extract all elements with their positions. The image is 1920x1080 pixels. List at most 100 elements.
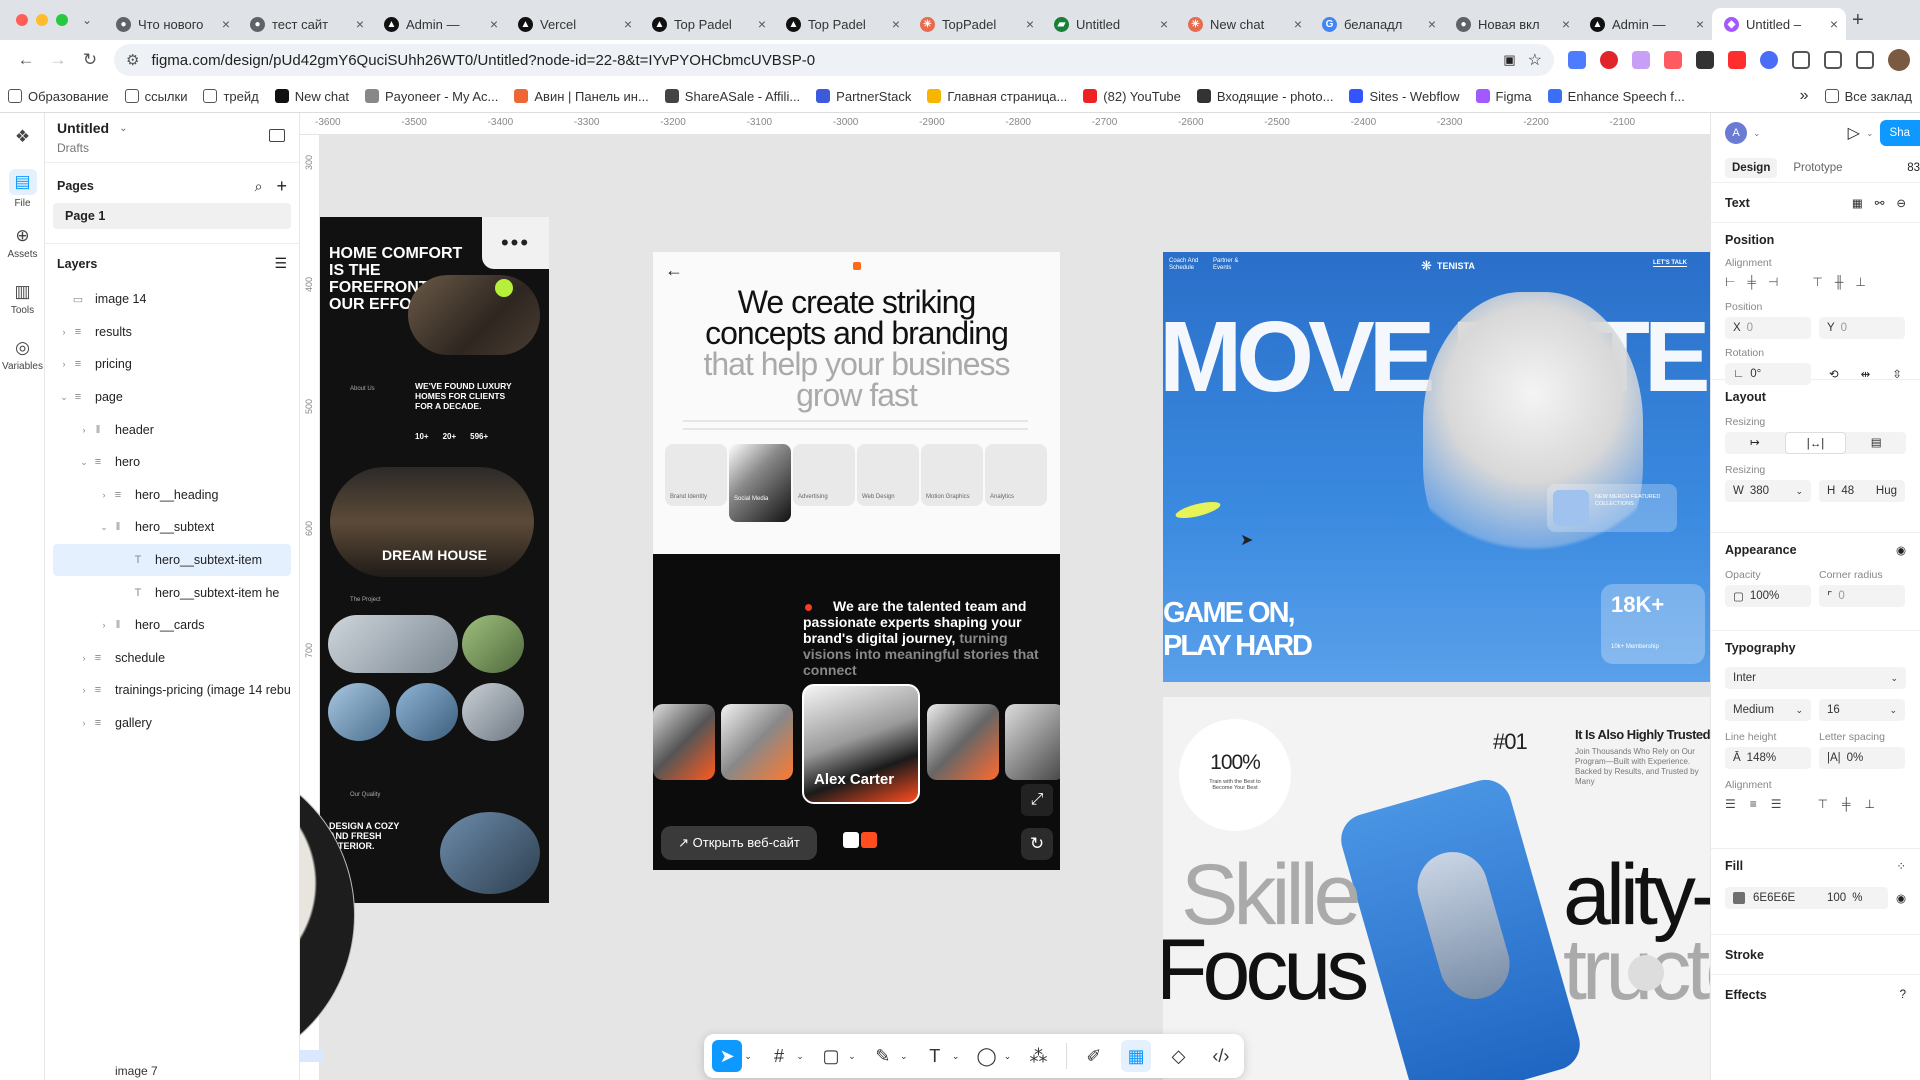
bookmark-item[interactable]: Авин | Панель ин... — [514, 89, 649, 104]
tab-close-icon[interactable]: × — [1160, 16, 1168, 32]
zoom-level[interactable]: 83 — [1907, 162, 1920, 174]
tab-close-icon[interactable]: × — [758, 16, 766, 32]
text-align-right-icon[interactable]: ☰ — [1771, 797, 1782, 811]
font-family-select[interactable]: Inter ⌄ — [1725, 667, 1906, 689]
bookmark-item[interactable]: ShareASale - Affili... — [664, 89, 800, 104]
text-tool-icon[interactable]: T — [920, 1040, 950, 1072]
tab-close-icon[interactable]: × — [222, 16, 230, 32]
expand-icon[interactable]: ⤢ — [1021, 784, 1053, 816]
grid-icon[interactable]: ▦ — [1852, 196, 1863, 210]
tennis-nav-mid[interactable]: Partner & Events — [1213, 258, 1243, 272]
screenshot-extension-icon[interactable] — [1824, 51, 1842, 69]
layer-expand-icon[interactable]: ⌄ — [57, 392, 71, 403]
page-item[interactable]: Page 1 — [53, 203, 291, 229]
tab-close-icon[interactable]: × — [490, 16, 498, 32]
bookmark-item[interactable]: трейд — [203, 89, 259, 104]
frame-tennis-sections[interactable]: 100% Train with the Best to Become Your … — [1163, 697, 1710, 1080]
layer-expand-icon[interactable]: › — [77, 685, 91, 695]
present-play-icon[interactable]: ▷ — [1848, 123, 1860, 143]
opacity-field[interactable]: ▢ 100% — [1725, 585, 1811, 607]
browser-tab[interactable]: Gбелападл × — [1310, 8, 1444, 40]
bookmark-item[interactable]: Sites - Webflow — [1349, 89, 1460, 104]
browser-tab[interactable]: ✳ TopPadel × — [908, 8, 1042, 40]
text-align-left-icon[interactable]: ☰ — [1725, 797, 1736, 811]
auto-width-icon[interactable]: |↔| — [1784, 432, 1847, 454]
user-avatar[interactable]: A — [1725, 122, 1747, 144]
frame-tennis-hero[interactable]: Coach And Schedule Partner & Events ❋ TE… — [1163, 252, 1710, 682]
layer-item[interactable]: › ≡ schedule — [53, 642, 291, 675]
service-card[interactable]: Motion Graphics — [921, 444, 983, 506]
service-card[interactable]: Social Media — [729, 444, 791, 522]
tab-prototype[interactable]: Prototype — [1793, 162, 1842, 174]
layer-item[interactable]: Thero__subtext-item — [53, 543, 291, 577]
figma-main-menu[interactable]: ❖ — [0, 113, 45, 161]
browser-tab[interactable]: ● тест сайт × — [238, 8, 372, 40]
draw-mode-icon[interactable]: ✐ — [1079, 1040, 1109, 1072]
layer-expand-icon[interactable]: › — [77, 718, 91, 728]
layer-item[interactable]: › ≡ gallery — [53, 707, 291, 740]
search-pages-icon[interactable]: ⌕ — [255, 178, 263, 195]
layer-item[interactable]: › ‖ header — [53, 413, 291, 446]
tab-close-icon[interactable]: × — [624, 16, 632, 32]
bookmark-item[interactable]: PartnerStack — [816, 89, 911, 104]
bookmark-item[interactable]: (82) YouTube — [1083, 89, 1181, 104]
add-page-icon[interactable]: + — [276, 176, 287, 197]
bookmark-item[interactable]: New chat — [274, 89, 349, 104]
pin-extension-icon[interactable] — [1664, 51, 1682, 69]
frame-agency[interactable]: ← We create striking concepts and brandi… — [653, 252, 1060, 870]
bookmark-item[interactable]: Входящие - photo... — [1196, 89, 1333, 104]
align-top-icon[interactable]: ⊤ — [1812, 275, 1822, 289]
bookmark-item[interactable]: Образование — [8, 89, 109, 104]
y-field[interactable]: Y0 — [1819, 317, 1905, 339]
letter-spacing-field[interactable]: |A| 0% — [1819, 747, 1905, 769]
eyedropper-extension-icon[interactable] — [1696, 51, 1714, 69]
open-website-button[interactable]: ↗ Открыть веб-сайт — [661, 826, 817, 860]
pen-extension-icon[interactable] — [1632, 51, 1650, 69]
avatar-chevron-icon[interactable]: ⌄ — [1753, 128, 1761, 139]
merch-card[interactable]: NEW MERCH FEATURED COLLECTIONS — [1547, 484, 1677, 532]
color-toggle[interactable] — [843, 832, 877, 848]
styles-grid-icon[interactable]: ⁘ — [1896, 859, 1906, 873]
translate-extension-icon[interactable] — [1568, 51, 1586, 69]
rotate-icon[interactable]: ⟲ — [1829, 367, 1839, 381]
forward-icon[interactable]: → — [42, 50, 74, 70]
file-menu-chevron-icon[interactable]: ⌄ — [119, 123, 127, 134]
fill-visibility-icon[interactable]: ◉ — [1896, 891, 1906, 905]
frame-tool-icon[interactable]: # — [764, 1040, 794, 1072]
tab-close-icon[interactable]: × — [1026, 16, 1034, 32]
present-chevron-icon[interactable]: ⌄ — [1866, 128, 1874, 139]
layer-expand-icon[interactable]: › — [77, 425, 91, 435]
browser-tab[interactable]: ● Что нового × — [104, 8, 238, 40]
frame-real-estate[interactable]: HOME COMFORT IS THE FOREFRONT OF OUR EFF… — [320, 217, 549, 903]
install-app-icon[interactable]: ▣ — [1503, 52, 1515, 68]
minimize-window-button[interactable] — [36, 14, 48, 26]
browser-tab[interactable]: ▲ Vercel × — [506, 8, 640, 40]
layer-item[interactable]: › ≡ pricing — [53, 348, 291, 381]
tab-close-icon[interactable]: × — [892, 16, 900, 32]
width-field[interactable]: W 380 ⌄ — [1725, 480, 1811, 502]
vpn-extension-icon[interactable] — [1760, 51, 1778, 69]
layers-options-icon[interactable]: ☰ — [274, 255, 287, 272]
text-tool-chevron-icon[interactable]: ⌄ — [952, 1051, 960, 1062]
text-valign-top-icon[interactable]: ⊤ — [1818, 797, 1828, 811]
service-card[interactable]: Brand Identity — [665, 444, 727, 506]
bookmark-item[interactable]: ссылки — [124, 89, 187, 104]
rail-item-variables[interactable]: ◎ Variables — [0, 330, 45, 386]
back-arrow-icon[interactable]: ← — [665, 260, 683, 281]
flip-v-icon[interactable]: ⇳ — [1892, 367, 1902, 381]
maximize-window-button[interactable] — [56, 14, 68, 26]
layer-item[interactable]: › ≡ results — [53, 316, 291, 349]
service-card[interactable]: Web Design — [857, 444, 919, 506]
text-valign-middle-icon[interactable]: ╪ — [1842, 797, 1851, 811]
layer-expand-icon[interactable]: ⌄ — [97, 522, 111, 533]
new-tab-button[interactable]: + — [1852, 9, 1864, 32]
line-height-field[interactable]: Ā 148% — [1725, 747, 1811, 769]
fixed-width-icon[interactable]: ↦ — [1725, 432, 1785, 454]
tab-search-icon[interactable]: ⌄ — [82, 13, 104, 27]
comment-tool-chevron-icon[interactable]: ⌄ — [1004, 1051, 1012, 1062]
more-options-button[interactable]: ••• — [482, 217, 549, 269]
move-extension-icon[interactable] — [1792, 51, 1810, 69]
tab-close-icon[interactable]: × — [356, 16, 364, 32]
refresh-icon[interactable]: ↻ — [1021, 828, 1053, 860]
file-name[interactable]: Untitled — [57, 120, 109, 136]
